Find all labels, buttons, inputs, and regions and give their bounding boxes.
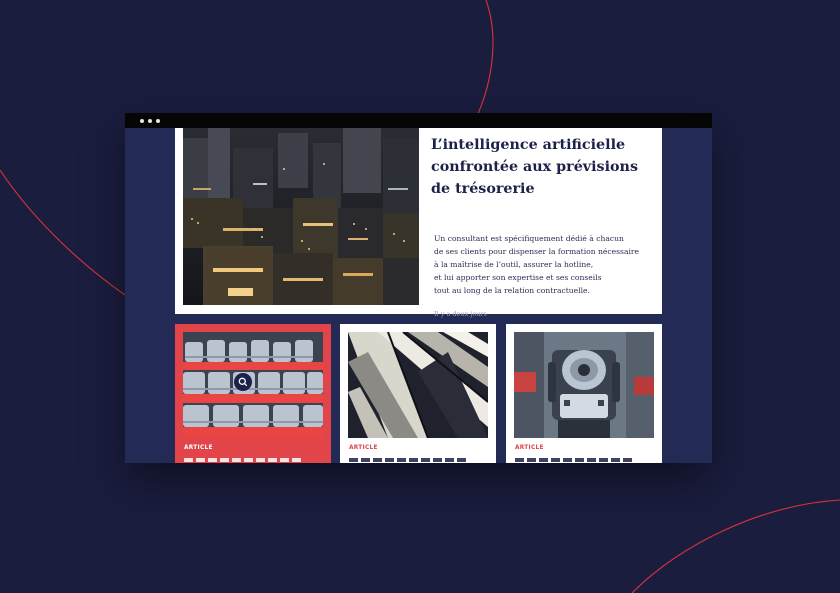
- card-tag: ARTICLE: [349, 445, 378, 451]
- article-title[interactable]: L’intelligence artificielle confrontée a…: [431, 134, 651, 200]
- card-title-cropped[interactable]: [184, 458, 304, 462]
- robot-toy-photo: [514, 332, 654, 438]
- excerpt-line: de ses clients pour dispenser la formati…: [434, 247, 640, 257]
- excerpt-line: et lui apporter son expertise et ses con…: [434, 273, 602, 283]
- article-timestamp: Il y a deux jours: [434, 310, 487, 318]
- window-titlebar: [125, 113, 712, 128]
- browser-window: L’intelligence artificielle confrontée a…: [125, 113, 712, 463]
- card-title-cropped[interactable]: [515, 458, 635, 462]
- search-icon: [238, 377, 248, 387]
- window-dot-icon[interactable]: [148, 119, 152, 123]
- article-card[interactable]: ARTICLE: [506, 324, 662, 463]
- card-tag: ARTICLE: [184, 445, 213, 451]
- city-night-photo: [183, 128, 419, 305]
- article-excerpt: Un consultant est spécifiquement dédié à…: [434, 232, 656, 297]
- featured-article[interactable]: L’intelligence artificielle confrontée a…: [175, 128, 662, 318]
- window-dot-icon[interactable]: [140, 119, 144, 123]
- card-tag: ARTICLE: [515, 445, 544, 451]
- article-card[interactable]: ARTICLE: [340, 324, 496, 463]
- stadium-seats-photo: [183, 332, 323, 438]
- excerpt-line: à la maîtrise de l’outil, assurer la hot…: [434, 260, 594, 270]
- card-title-cropped[interactable]: [349, 458, 469, 462]
- search-button[interactable]: [234, 373, 252, 391]
- excerpt-line: tout au long de la relation contractuell…: [434, 286, 590, 296]
- abstract-architecture-photo: [348, 332, 488, 438]
- article-card[interactable]: ARTICLE: [175, 324, 331, 463]
- excerpt-line: Un consultant est spécifiquement dédié à…: [434, 234, 624, 243]
- window-dot-icon[interactable]: [156, 119, 160, 123]
